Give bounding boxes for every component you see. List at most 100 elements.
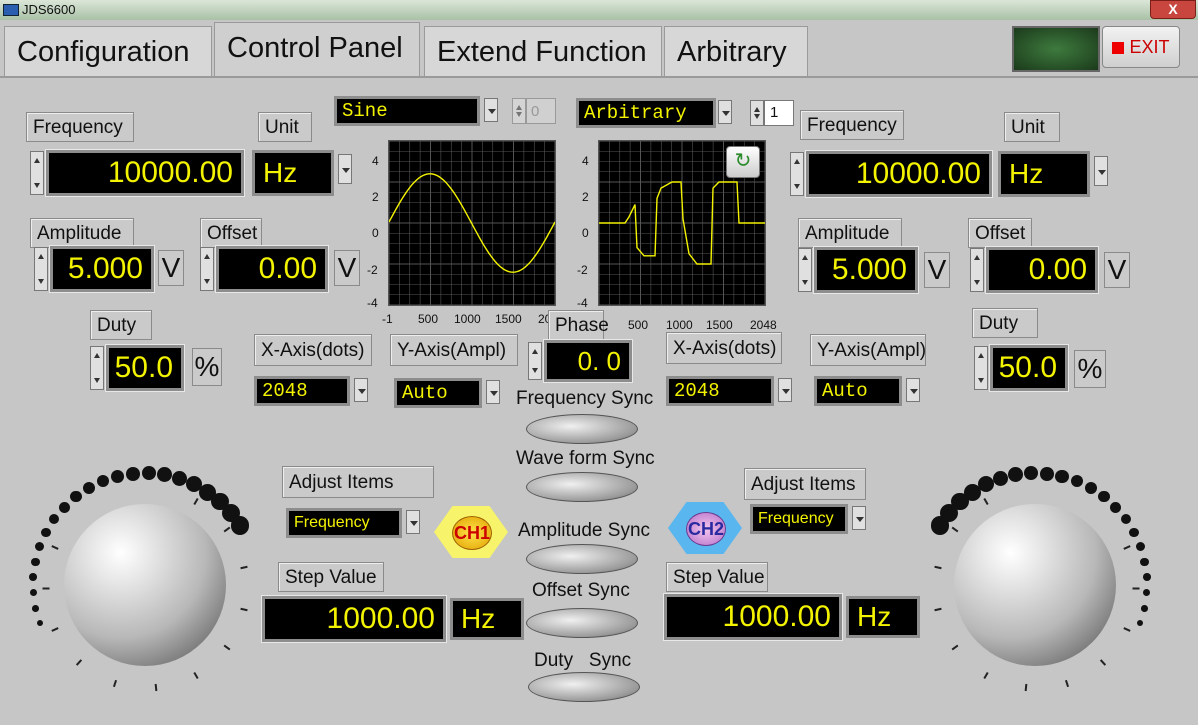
ch2-duty-spinner[interactable] [974, 346, 988, 390]
main-panel: Configuration Control Panel Extend Funct… [0, 20, 1198, 725]
ch2-duty-display[interactable]: 50.0 [989, 344, 1069, 392]
knob-scale-dot [29, 573, 38, 582]
ch1-waveform-index-spinner[interactable] [512, 98, 526, 124]
exit-label: EXIT [1129, 37, 1170, 57]
frequency-sync-toggle[interactable] [526, 414, 638, 444]
ch1-adjust-items-select[interactable]: Frequency [286, 508, 402, 538]
knob-scale-dot [1120, 514, 1131, 525]
ch2-amplitude-display[interactable]: 5.000 [813, 246, 919, 294]
tab-arbitrary[interactable]: Arbitrary [664, 26, 808, 76]
offset-sync-toggle[interactable] [526, 608, 638, 638]
knob-scale-dot [1137, 620, 1144, 627]
knob-scale-tick [1132, 587, 1140, 590]
ch2-step-value-display[interactable]: 1000.00 [663, 593, 843, 641]
ch1-waveform-dropdown-icon[interactable] [484, 98, 498, 122]
ch1-yaxis-dropdown-icon[interactable] [486, 380, 500, 404]
window-close-button[interactable]: X [1150, 0, 1196, 19]
ch1-step-value-label: Step Value [278, 562, 384, 592]
ch1-duty-display[interactable]: 50.0 [105, 344, 185, 392]
ch2-offset-unit: V [1104, 252, 1130, 288]
ch2-yaxis-label: Y-Axis(Ampl) [810, 334, 926, 366]
ch2-xaxis-dropdown-icon[interactable] [778, 378, 792, 402]
ch2-waveform-select[interactable]: Arbitrary [576, 98, 716, 128]
refresh-icon[interactable]: ↻ [726, 146, 760, 178]
ch1-step-value-display[interactable]: 1000.00 [261, 595, 447, 643]
ch2-adjust-dropdown-icon[interactable] [852, 506, 866, 530]
ch1-amplitude-spinner[interactable] [34, 247, 48, 291]
x-tick-label: 500 [418, 312, 439, 326]
ch2-yaxis-dropdown-icon[interactable] [906, 378, 920, 402]
ch1-step-unit: Hz [450, 598, 524, 640]
y-tick-label: 0 [372, 226, 379, 240]
ch2-badge[interactable]: CH2 [668, 502, 742, 554]
ch1-unit-select[interactable]: Hz [252, 150, 334, 196]
ch2-amplitude-spinner[interactable] [798, 248, 812, 292]
knob-scale-dot [59, 501, 70, 513]
app-icon [3, 4, 19, 16]
ch1-unit-label: Unit [258, 112, 312, 142]
ch1-unit-dropdown-icon[interactable] [338, 154, 352, 184]
ch2-unit-dropdown-icon[interactable] [1094, 156, 1108, 186]
ch2-yaxis-select[interactable]: Auto [814, 376, 902, 406]
ch1-adjust-knob[interactable] [64, 504, 226, 666]
knob-scale-dot [1023, 465, 1039, 481]
ch1-frequency-label: Frequency [26, 112, 134, 142]
x-tick-label: 1000 [666, 318, 693, 332]
exit-button[interactable]: EXIT [1102, 26, 1180, 68]
knob-scale-dot [1008, 467, 1024, 483]
tab-control-panel[interactable]: Control Panel [214, 22, 420, 78]
ch1-amplitude-display[interactable]: 5.000 [49, 245, 155, 293]
ch2-frequency-display[interactable]: 10000.00 [805, 150, 993, 198]
ch1-waveform-select[interactable]: Sine [334, 96, 480, 126]
ch2-adjust-items-select[interactable]: Frequency [750, 504, 848, 534]
phase-display[interactable]: 0. 0 [543, 339, 633, 383]
ch2-adjust-knob[interactable] [954, 504, 1116, 666]
ch1-offset-display[interactable]: 0.00 [215, 245, 329, 293]
ch2-offset-display[interactable]: 0.00 [985, 246, 1099, 294]
ch2-badge-label: CH2 [686, 512, 726, 546]
ch2-offset-spinner[interactable] [970, 248, 984, 292]
duty-sync-toggle[interactable] [528, 672, 640, 702]
y-tick-label: 2 [372, 190, 379, 204]
ch2-xaxis-select[interactable]: 2048 [666, 376, 774, 406]
waveform-sync-toggle[interactable] [526, 472, 638, 502]
tab-configuration[interactable]: Configuration [4, 26, 212, 76]
y-tick-label: 4 [372, 154, 379, 168]
ch1-waveform-index[interactable]: 0 [526, 98, 556, 124]
ch1-adjust-dropdown-icon[interactable] [406, 510, 420, 534]
ch2-offset-label: Offset [968, 218, 1032, 248]
ch2-waveform-index[interactable]: 1 [764, 100, 794, 126]
ch1-waveform-graph [388, 140, 556, 306]
ch1-badge[interactable]: CH1 [434, 506, 508, 558]
amplitude-sync-toggle[interactable] [526, 544, 638, 574]
knob-scale-tick [1123, 545, 1131, 551]
ch1-adjust-items-label: Adjust Items [282, 466, 434, 498]
y-tick-label: -2 [367, 263, 378, 277]
knob-scale-dot [41, 527, 51, 538]
ch2-waveform-index-spinner[interactable] [750, 100, 764, 126]
knob-scale-dot [36, 620, 43, 627]
knob-scale-tick [240, 607, 248, 611]
tab-extend-function[interactable]: Extend Function [424, 26, 662, 76]
ch1-yaxis-select[interactable]: Auto [394, 378, 482, 408]
knob-scale-dot [156, 467, 172, 483]
ch2-knob-area [910, 460, 1160, 710]
ch1-duty-spinner[interactable] [90, 346, 104, 390]
ch1-frequency-display[interactable]: 10000.00 [45, 149, 245, 197]
knob-scale-tick [155, 684, 158, 692]
ch1-frequency-spinner[interactable] [30, 151, 44, 195]
ch1-badge-label: CH1 [452, 516, 492, 550]
knob-scale-tick [934, 565, 942, 570]
phase-spinner[interactable] [528, 342, 542, 380]
knob-scale-dot [930, 516, 950, 535]
waveform-sync-label: Wave form Sync [516, 448, 655, 469]
ch1-offset-spinner[interactable] [200, 247, 214, 291]
ch2-frequency-spinner[interactable] [790, 152, 804, 196]
y-tick-label: -2 [577, 263, 588, 277]
ch2-waveform-dropdown-icon[interactable] [718, 100, 732, 124]
knob-scale-dot [1085, 482, 1097, 494]
ch1-xaxis-dropdown-icon[interactable] [354, 378, 368, 402]
ch2-duty-unit: % [1074, 350, 1106, 388]
ch2-unit-select[interactable]: Hz [998, 151, 1090, 197]
ch1-xaxis-select[interactable]: 2048 [254, 376, 350, 406]
